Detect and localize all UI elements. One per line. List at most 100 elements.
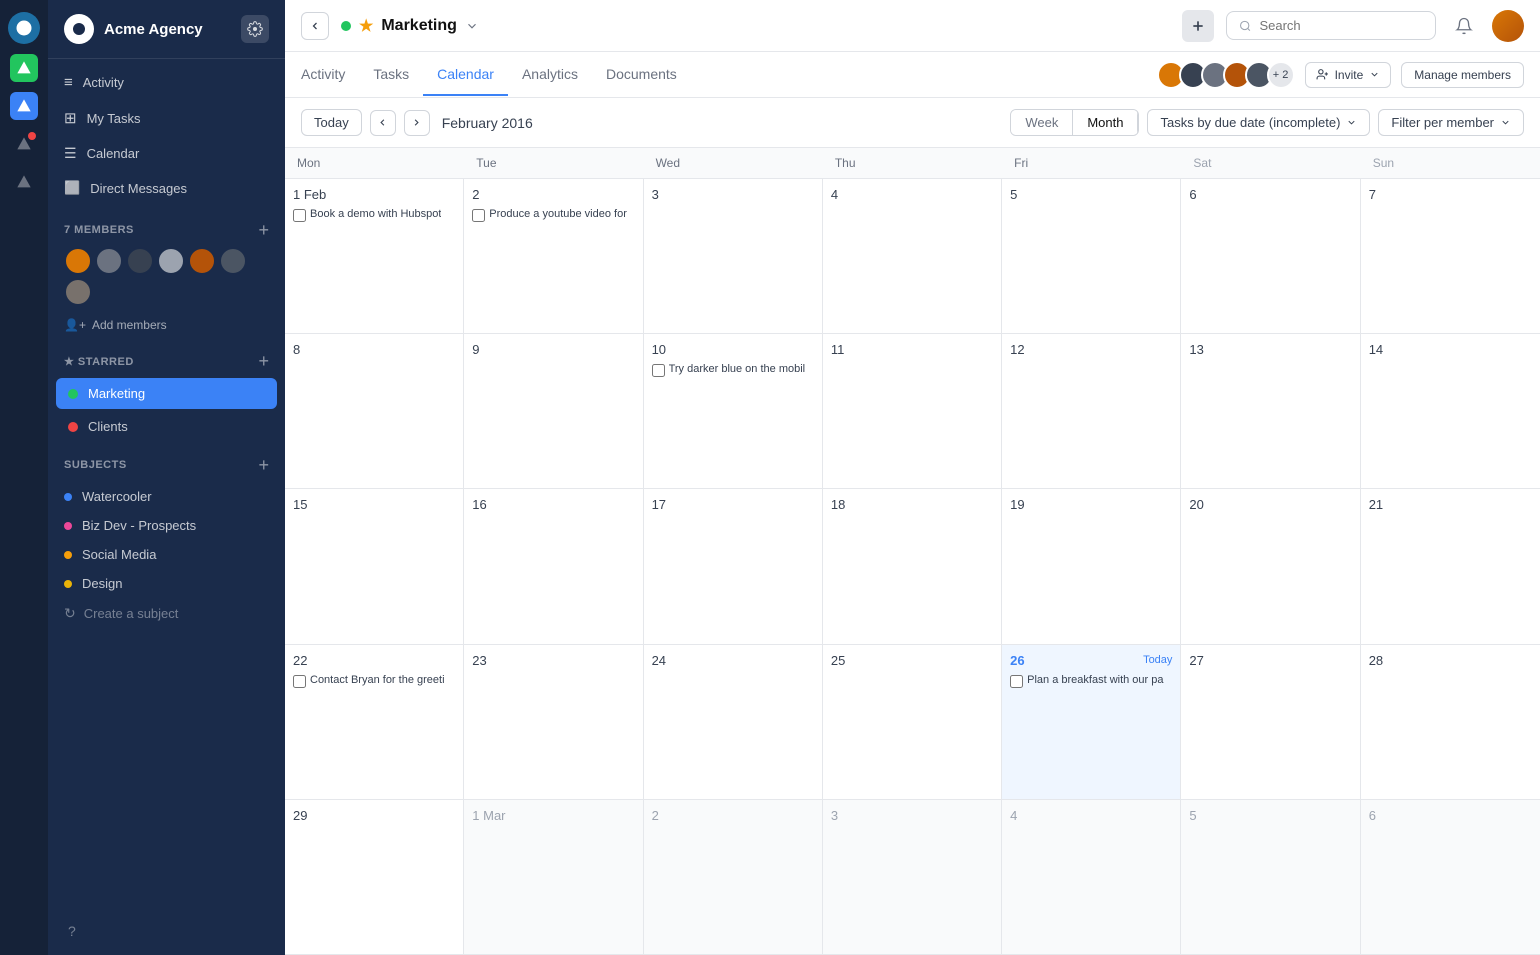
today-button[interactable]: Today [301,109,362,136]
sidebar-item-direct-messages[interactable]: ⬜ Direct Messages [48,171,285,205]
sidebar-item-biz-dev[interactable]: Biz Dev - Prospects [48,511,285,540]
calendar-date: 15 [293,497,307,512]
search-box[interactable] [1226,11,1436,40]
calendar-cell[interactable]: 23 [464,645,643,799]
calendar-cell[interactable]: 15 [285,489,464,643]
calendar-cell[interactable]: 11 [823,334,1002,488]
calendar-date: 2 [652,808,659,823]
calendar-cell[interactable]: 20 [1181,489,1360,643]
calendar-cell[interactable]: 2Produce a youtube video for [464,179,643,333]
calendar-cell[interactable]: 9 [464,334,643,488]
nav-icon-4[interactable] [10,168,38,196]
calendar-cell[interactable]: 10Try darker blue on the mobil [644,334,823,488]
sidebar-item-my-tasks[interactable]: ⊞ My Tasks [48,100,285,136]
calendar-cell[interactable]: 12 [1002,334,1181,488]
nav-icon-1[interactable] [10,54,38,82]
tab-documents[interactable]: Documents [592,54,691,96]
add-member-plus-icon[interactable]: + [258,221,269,239]
nav-icon-2[interactable] [10,92,38,120]
tab-calendar[interactable]: Calendar [423,54,508,96]
calendar-date: 18 [831,497,845,512]
tasks-filter-dropdown[interactable]: Tasks by due date (incomplete) [1147,109,1370,136]
filter-member-dropdown[interactable]: Filter per member [1378,109,1524,136]
calendar-cell[interactable]: 25 [823,645,1002,799]
task-checkbox[interactable] [652,364,665,377]
search-input[interactable] [1259,18,1423,33]
create-subject-button[interactable]: ↻ Create a subject [48,598,285,629]
add-starred-icon[interactable]: + [258,352,269,370]
chevron-down-icon [1369,69,1380,80]
calendar-cell[interactable]: 5 [1002,179,1181,333]
prev-month-button[interactable] [370,110,396,136]
calendar-cell[interactable]: 21 [1361,489,1540,643]
settings-button[interactable] [241,15,269,43]
calendar-cell[interactable]: 6 [1361,800,1540,954]
week-view-button[interactable]: Week [1011,110,1072,135]
my-tasks-icon: ⊞ [64,109,77,127]
subjects-header: SUBJECTS + [64,456,269,474]
nav-icon-3[interactable] [10,130,38,158]
back-button[interactable] [301,12,329,40]
project-status-dot [341,21,351,31]
task-checkbox[interactable] [472,209,485,222]
calendar-cell[interactable]: 1 FebBook a demo with Hubspot [285,179,464,333]
calendar-cell[interactable]: 13 [1181,334,1360,488]
calendar-date: 20 [1189,497,1203,512]
task-label: Book a demo with Hubspot [310,208,441,220]
calendar-cell[interactable]: 16 [464,489,643,643]
calendar-cell[interactable]: 27 [1181,645,1360,799]
avatar [64,247,92,275]
calendar-date: 9 [472,342,479,357]
calendar-cell[interactable]: 18 [823,489,1002,643]
task-checkbox[interactable] [293,675,306,688]
month-label: February 2016 [438,115,533,131]
calendar-cell[interactable]: 19 [1002,489,1181,643]
calendar-cell[interactable]: 6 [1181,179,1360,333]
search-icon [1239,19,1251,33]
calendar-date: 28 [1369,653,1383,668]
day-header-wed: Wed [644,148,823,178]
sidebar-item-activity[interactable]: ≡ Activity [48,65,285,100]
add-subject-icon[interactable]: + [258,456,269,474]
next-month-button[interactable] [404,110,430,136]
calendar-cell[interactable]: 1 Mar [464,800,643,954]
calendar-cell[interactable]: 22Contact Bryan for the greeti [285,645,464,799]
invite-button[interactable]: Invite [1305,62,1392,88]
help-button[interactable]: ? [48,907,285,955]
tab-tasks[interactable]: Tasks [359,54,423,96]
sidebar-item-social-media[interactable]: Social Media [48,540,285,569]
sidebar-item-clients[interactable]: Clients [56,411,277,442]
calendar-cell[interactable]: 17 [644,489,823,643]
calendar-cell[interactable]: 29 [285,800,464,954]
calendar-cell[interactable]: 24 [644,645,823,799]
tab-activity[interactable]: Activity [301,54,359,96]
add-button[interactable] [1182,10,1214,42]
user-avatar[interactable] [1492,10,1524,42]
manage-members-button[interactable]: Manage members [1401,62,1524,88]
sidebar-item-marketing[interactable]: Marketing [56,378,277,409]
calendar-date: 14 [1369,342,1383,357]
calendar-date: 4 [1010,808,1017,823]
calendar-cell[interactable]: 8 [285,334,464,488]
sidebar-item-watercooler[interactable]: Watercooler [48,482,285,511]
sidebar-item-design[interactable]: Design [48,569,285,598]
subjects-label: SUBJECTS [64,459,127,471]
task-checkbox[interactable] [293,209,306,222]
calendar-cell[interactable]: 14 [1361,334,1540,488]
month-view-button[interactable]: Month [1072,110,1138,135]
calendar-cell[interactable]: 3 [823,800,1002,954]
calendar-cell[interactable]: 2 [644,800,823,954]
calendar-cell[interactable]: 5 [1181,800,1360,954]
project-title[interactable]: ★ Marketing [341,16,479,36]
notifications-button[interactable] [1448,10,1480,42]
calendar-cell[interactable]: 26TodayPlan a breakfast with our pa [1002,645,1181,799]
calendar-cell[interactable]: 3 [644,179,823,333]
calendar-cell[interactable]: 7 [1361,179,1540,333]
calendar-cell[interactable]: 4 [1002,800,1181,954]
calendar-cell[interactable]: 28 [1361,645,1540,799]
calendar-cell[interactable]: 4 [823,179,1002,333]
tab-analytics[interactable]: Analytics [508,54,592,96]
task-checkbox[interactable] [1010,675,1023,688]
add-members-button[interactable]: 👤+ Add members [64,312,269,338]
sidebar-item-calendar[interactable]: ☰ Calendar [48,136,285,171]
